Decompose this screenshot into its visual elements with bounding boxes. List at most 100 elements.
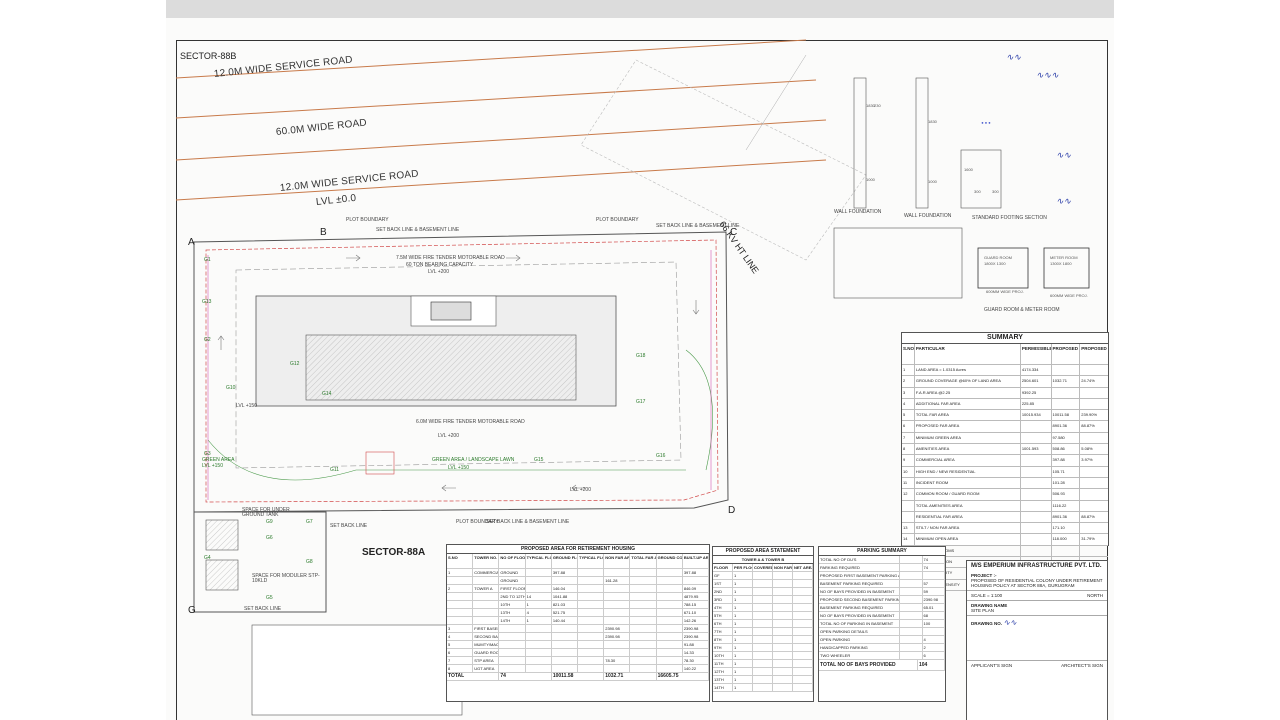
retirement-row-cell [473, 617, 500, 624]
drawing-sheet: SECTOR-88B 12.0M WIDE SERVICE ROAD 60.0M… [166, 0, 1114, 720]
area-row-cell: 3RD [713, 596, 733, 603]
retirement-row-cell [473, 601, 500, 608]
summary-row: 10 HIGH END / NEW RESIDENTIAL 105.71 [902, 466, 1108, 478]
area-row-cell: 5TH [713, 612, 733, 619]
dim-label-1000-a: 1000 [866, 177, 875, 182]
summary-cell: 10 [902, 466, 915, 477]
area-row: 12TH 1 [713, 668, 813, 676]
summary-cell: MINIMUM GREEN AREA [915, 432, 1021, 444]
summary-cell [1080, 501, 1108, 511]
summary-cell [1021, 455, 1052, 466]
parking-row-cell: BASEMENT PARKING REQUIRED [819, 580, 900, 587]
parking-row-cell: 100 [923, 620, 945, 627]
retirement-row-cell [578, 609, 605, 616]
summary-cell: 88.87% [1081, 423, 1095, 429]
left-margin [0, 0, 166, 720]
green-tag-g5: G5 [266, 595, 273, 601]
drawing-name-value: SITE PLAN [971, 608, 995, 613]
area-row-cell: 11TH [713, 660, 733, 667]
ugt-label: SPACE FOR UNDER GROUND TANK [242, 507, 290, 518]
retirement-row-cell: 397.88 [683, 569, 710, 576]
area-header-0: FLOOR [713, 564, 733, 571]
summary-cell: 3 [902, 387, 915, 398]
green-tag-g12: G12 [290, 361, 300, 367]
setback-line-label-bottom: SET BACK LINE & BASEMENT LINE [486, 519, 570, 525]
summary-cell [1080, 388, 1108, 398]
retirement-row-cell [630, 593, 657, 600]
area-row-cell [793, 684, 813, 691]
parking-summary-table: PARKING SUMMARY TOTAL NO OF DU'S 74 PARKIN… [818, 546, 946, 702]
area-row-cell [753, 604, 773, 611]
retirement-row-cell [552, 625, 579, 632]
retirement-total-coverage: 1032.71 [604, 673, 657, 680]
summary-cell [1080, 433, 1108, 443]
retirement-row-cell: MUMTY/MACHINE AREA [474, 641, 500, 648]
parking-row: HANDICAPPED PARKING 2 [819, 644, 945, 652]
retirement-row-cell [578, 593, 605, 600]
area-row-cell [773, 660, 793, 667]
summary-cell: COMMON ROOM / GUARD ROOM [915, 489, 1021, 500]
summary-row: 13 STILT / NON FAR AREA 171.10 [902, 523, 1108, 535]
retirement-header-5: TYPICAL FLOOR AREA [578, 554, 605, 568]
retirement-header-9: BUILT-UP AREA [683, 554, 710, 568]
parking-row: NO OF BAYS PROVIDED IN BASEMENT 68 [819, 612, 945, 620]
corner-c: C [730, 227, 738, 238]
summary-cell [1021, 432, 1052, 444]
retirement-row-cell [604, 665, 631, 672]
plot-boundary-label-top: PLOT BOUNDARY [346, 217, 389, 223]
area-row-cell: 1 [733, 604, 753, 611]
area-row-cell [753, 644, 773, 651]
retirement-row-cell: 91.88 [683, 641, 710, 648]
area-row-cell: 1 [733, 660, 753, 667]
parking-row-cell: 74 [923, 564, 945, 571]
area-row-cell [773, 676, 793, 683]
area-row-cell [773, 588, 793, 595]
summary-cell: 225.85 [1021, 398, 1052, 410]
retirement-row-cell: GUARD ROOM/METER ROOM [474, 649, 500, 656]
green-tag-g1: G1 [204, 257, 211, 263]
retirement-row-cell [657, 649, 683, 656]
retirement-row-cell [578, 649, 605, 656]
retirement-row-cell: 146.04 [552, 585, 579, 592]
parking-row-cell [900, 652, 923, 659]
retirement-row-cell: 4879.95 [683, 593, 710, 600]
retirement-row-cell [630, 665, 657, 672]
area-row-cell [793, 588, 813, 595]
retirement-row-cell: UGT AREA [473, 665, 500, 672]
retirement-row-cell: FIRST BASEMENT AREA [474, 625, 500, 632]
retirement-row-cell [630, 641, 657, 648]
summary-row: 4 ADDITIONAL FAR AREA 225.85 [902, 398, 1108, 411]
parking-row-cell [900, 596, 923, 603]
retirement-row: 2ND TO 12TH 14 1041.88 4879.95 [447, 593, 710, 601]
setback-only-label-b: SET BACK LINE [244, 606, 282, 612]
area-row-cell: 12TH [713, 668, 733, 675]
summary-cell: 508.86 [1052, 444, 1081, 455]
summary-row: 1 LAND AREA = 1.0315 Acres 4174.334 [902, 365, 1108, 377]
retirement-row-cell: 2390.98 [683, 633, 710, 640]
area-row-cell: 1 [733, 596, 753, 603]
signature-mark-5: ∿∿ [1003, 618, 1017, 627]
retirement-row-cell [630, 569, 657, 576]
retirement-row: 2 TOWER A FIRST FLOOR 146.04 846.09 [447, 585, 710, 593]
retirement-row-cell: 14 [526, 593, 552, 600]
retirement-row-cell [657, 585, 683, 592]
stp-label: SPACE FOR MODULER STP- 10KLD [252, 573, 320, 584]
summary-cell: 4174.334 [1021, 365, 1052, 376]
retirement-row-cell: 2 [447, 585, 474, 592]
green-area-left-level-label: LVL +150 [202, 463, 223, 469]
green-tag-g13: G13 [202, 299, 212, 305]
summary-row: 14 MINIMUM OPEN AREA 118.000 31.79% [902, 534, 1108, 546]
retirement-row: 14TH 1 140.44 142.26 [447, 617, 710, 625]
retirement-row-cell: 5 [447, 641, 474, 648]
stamp-mark-1: ● ● ● [981, 120, 991, 125]
retirement-row-cell: GROUND [499, 569, 526, 576]
corner-d: D [728, 505, 736, 516]
green-tag-g16: G16 [656, 453, 666, 459]
summary-cell: 10011.58 [1052, 410, 1081, 421]
summary-cell [1021, 489, 1052, 500]
area-row-cell [753, 660, 773, 667]
retirement-row-cell: 1 [526, 617, 552, 624]
parking-row-cell [923, 628, 945, 635]
retirement-row-cell [473, 593, 500, 600]
area-row-cell: 14TH [713, 684, 733, 691]
